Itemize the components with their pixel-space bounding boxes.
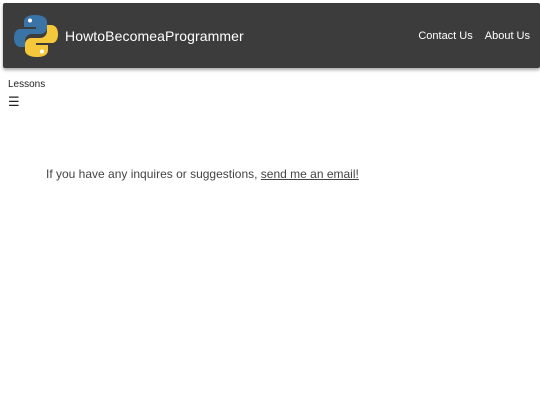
contact-prefix-text: If you have any inquires or suggestions,: [46, 167, 261, 181]
python-logo-icon[interactable]: [13, 13, 59, 59]
top-nav: Contact Us About Us: [418, 30, 530, 42]
hamburger-menu-icon[interactable]: ☰: [8, 95, 20, 108]
site-header: HowtoBecomeaProgrammer Contact Us About …: [3, 3, 540, 68]
about-us-link[interactable]: About Us: [485, 30, 530, 42]
contact-us-link[interactable]: Contact Us: [418, 30, 472, 42]
page: HowtoBecomeaProgrammer Contact Us About …: [0, 0, 540, 405]
email-link[interactable]: send me an email!: [261, 167, 359, 181]
contact-paragraph: If you have any inquires or suggestions,…: [46, 167, 359, 181]
lessons-label[interactable]: Lessons: [8, 79, 45, 90]
site-title[interactable]: HowtoBecomeaProgrammer: [65, 28, 244, 44]
